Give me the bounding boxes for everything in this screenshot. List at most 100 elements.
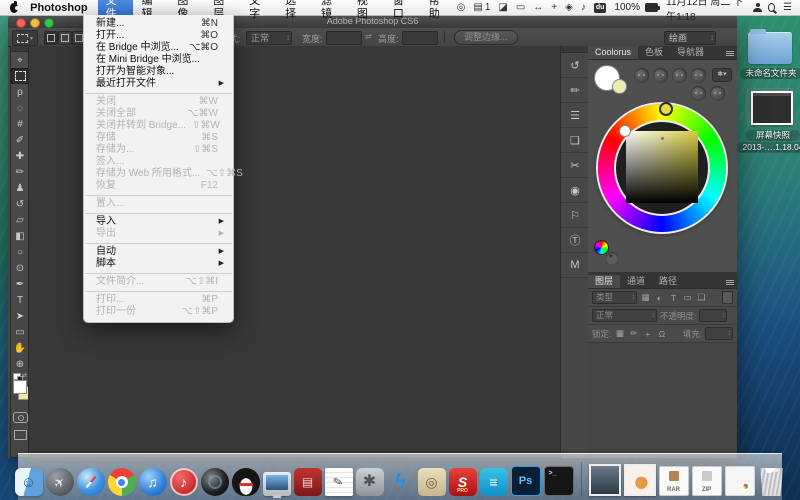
color-knob[interactable] <box>634 68 649 83</box>
system-preferences[interactable]: ✱ <box>355 468 384 496</box>
width-input[interactable] <box>326 30 362 45</box>
menu-item-browse-in-mini-bridge[interactable]: 在 Mini Bridge 中浏览... <box>84 54 233 66</box>
menu-item-open[interactable]: 打开... ⌘O <box>84 30 233 42</box>
lock-paint-icon[interactable]: ✏ <box>628 328 639 339</box>
style-select[interactable]: 正常 ↕ <box>246 30 292 45</box>
color-knob[interactable] <box>691 86 706 101</box>
dictionary-app[interactable]: ◎ <box>417 468 446 496</box>
keystroke-count[interactable]: 1 <box>485 0 491 15</box>
type-tool[interactable]: T <box>11 292 29 308</box>
finder[interactable]: ☺ <box>14 468 43 496</box>
color-knob[interactable] <box>653 68 668 83</box>
menu-select[interactable]: 选择 <box>277 0 313 22</box>
menu-window[interactable]: 窗口 <box>385 0 421 22</box>
layer-filter-select[interactable]: 类型 ↕ <box>592 291 637 304</box>
tab-layers[interactable]: 图层 <box>588 275 621 288</box>
tab-channels[interactable]: 通道 <box>620 275 652 288</box>
photos-app[interactable]: ▤ <box>293 468 322 496</box>
refine-edge-button[interactable]: 调整边缘... <box>454 30 518 45</box>
character-panel-icon[interactable]: Ⓣ <box>561 228 589 253</box>
tab-swatches[interactable]: 色板 <box>638 46 670 59</box>
tab-paths[interactable]: 路径 <box>652 275 684 288</box>
tab-coolorus[interactable]: Coolorus <box>588 46 639 59</box>
dodge-tool[interactable]: ⊙ <box>11 260 29 276</box>
image-file-1[interactable] <box>588 464 621 496</box>
menu-type[interactable]: 文字 <box>241 0 277 22</box>
launchpad[interactable]: ✈ <box>45 468 74 496</box>
opacity-input[interactable]: ↕ <box>699 309 728 322</box>
menu-filter[interactable]: 滤镜 <box>313 0 349 22</box>
annotations-panel-icon[interactable]: ⚐ <box>561 203 589 228</box>
photo-booth[interactable] <box>200 468 229 496</box>
menu-item-new[interactable]: 新建... ⌘N <box>84 18 233 30</box>
menu-item-automate[interactable]: 自动 ▶ <box>84 246 233 258</box>
lasso-tool[interactable]: ρ <box>11 84 29 100</box>
zip-archive[interactable]: ZIP <box>691 466 722 496</box>
baidu-input-badge[interactable]: du <box>593 2 607 13</box>
brush-presets-panel-icon[interactable]: ☰ <box>561 103 589 128</box>
netease-music[interactable]: ♪ <box>169 468 198 496</box>
move-center-icon[interactable]: + <box>551 0 557 15</box>
lock-transparency-icon[interactable]: ▦ <box>614 328 625 339</box>
height-input[interactable] <box>402 30 438 45</box>
swap-colors-icon[interactable]: ⇄ <box>22 372 27 379</box>
lock-all-icon[interactable]: Ω <box>656 329 667 339</box>
clone-source-panel-icon[interactable]: ❏ <box>561 128 589 153</box>
eye-panel-icon[interactable]: ◉ <box>561 178 589 203</box>
menu-help[interactable]: 帮助 <box>421 0 457 22</box>
hand-tool[interactable]: ✋ <box>11 340 29 356</box>
shape-tool[interactable]: ▭ <box>11 324 29 340</box>
marquee-tool-preset-button[interactable]: ▾ <box>12 30 38 46</box>
untitled-folder-label[interactable]: 未命名文件夹 <box>740 68 800 79</box>
clone-stamp-tool[interactable]: ♟ <box>11 180 29 196</box>
hue-marker[interactable] <box>659 102 673 116</box>
xunlei[interactable]: ϟ <box>387 468 415 496</box>
sogou-pro[interactable]: S PRO <box>448 468 477 496</box>
brush-panel-icon[interactable]: ✏ <box>561 78 589 103</box>
tab-navigator[interactable]: 导航器 <box>670 46 711 59</box>
terminal[interactable]: >_ <box>543 466 574 496</box>
input-method-icon[interactable]: ◎ <box>457 0 466 15</box>
rectangular-marquee-tool[interactable] <box>11 68 29 84</box>
photoshop[interactable]: Ps <box>510 466 541 496</box>
healing-brush-tool[interactable]: ✚ <box>11 148 29 164</box>
filter-image-icon[interactable]: ▦ <box>640 292 651 303</box>
rar-archive[interactable]: RAR <box>658 466 689 496</box>
filter-type-icon[interactable]: T <box>668 293 679 303</box>
blend-mode-select[interactable]: 正常 ↕ <box>592 309 657 322</box>
measurement-log-panel-icon[interactable]: M <box>561 253 589 278</box>
workspace-select[interactable]: 绘画 ↕ <box>664 30 716 45</box>
default-colors-icon[interactable] <box>13 373 23 382</box>
notification-center-icon[interactable]: ☰ <box>783 0 792 15</box>
display-menu-icon[interactable]: ▭ <box>516 0 525 15</box>
saturation-value-square[interactable] <box>626 131 698 203</box>
filter-smart-object-icon[interactable]: ❏ <box>696 292 707 303</box>
gradient-tool[interactable]: ◧ <box>11 228 29 244</box>
qq[interactable] <box>231 468 260 496</box>
history-brush-tool[interactable]: ↺ <box>11 196 29 212</box>
secondary-color-swatch[interactable] <box>613 80 626 93</box>
safari[interactable] <box>76 468 105 496</box>
eraser-tool[interactable]: ▱ <box>11 212 29 228</box>
menu-item-import[interactable]: 导入 ▶ <box>84 216 233 228</box>
mini-color-wheel-icon[interactable] <box>594 240 609 255</box>
fill-input[interactable]: ↕ <box>705 327 733 340</box>
chrome[interactable] <box>107 468 136 496</box>
foreground-color-swatch[interactable] <box>13 380 27 394</box>
volume-icon[interactable]: ♪ <box>581 0 586 15</box>
screenshot-file-label-line2[interactable]: 2013-….1.18.04 <box>736 142 800 153</box>
panel-menu-icon[interactable] <box>723 275 737 288</box>
menu-item-open-recent[interactable]: 最近打开文件 ▶ <box>84 78 233 90</box>
blur-tool[interactable]: ○ <box>11 244 29 260</box>
pen-tool[interactable]: ✒ <box>11 276 29 292</box>
image-file-2[interactable] <box>623 464 656 496</box>
path-selection-tool[interactable]: ➤ <box>11 308 29 324</box>
lock-position-icon[interactable]: + <box>642 329 653 339</box>
app-menu-photoshop[interactable]: Photoshop <box>30 2 87 14</box>
filter-adjustment-icon[interactable]: ◐ <box>654 293 665 303</box>
sv-cursor[interactable] <box>619 125 631 137</box>
trash-full[interactable] <box>760 468 783 496</box>
crop-tool[interactable]: # <box>11 116 29 132</box>
menu-item-scripts[interactable]: 脚本 ▶ <box>84 258 233 270</box>
hue-wheel[interactable] <box>598 102 726 232</box>
